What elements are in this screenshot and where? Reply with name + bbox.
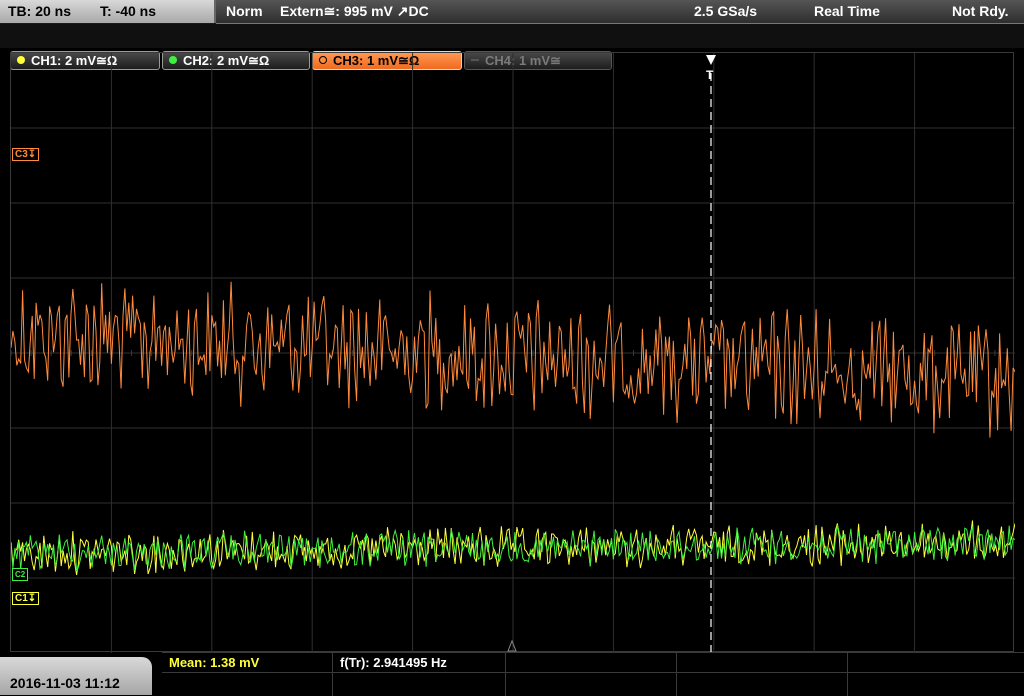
run-status: Not Rdy.: [952, 3, 1009, 19]
status-bar: TB: 20 ns T: -40 ns Norm Extern≅: 995 mV…: [0, 0, 1024, 24]
trigger-frequency-measurement: f(Tr): 2.941495 Hz: [340, 655, 447, 670]
measurement-panel[interactable]: Mean: 1.38 mV f(Tr): 2.941495 Hz: [162, 652, 1024, 696]
trigger-mode[interactable]: Norm: [226, 3, 263, 19]
trigger-marker-label: T: [706, 68, 714, 82]
channel-2-offset-marker[interactable]: C2: [12, 568, 29, 581]
c3-label: C3: [15, 149, 28, 160]
sample-rate: 2.5 GSa/s: [694, 3, 758, 19]
acquisition-mode[interactable]: Real Time: [814, 3, 880, 19]
timebase-panel[interactable]: TB: 20 ns T: -40 ns: [0, 0, 216, 23]
c1-label: C1: [15, 593, 28, 604]
mean-measurement: Mean: 1.38 mV: [169, 655, 260, 670]
datetime-panel: 2016-11-03 11:12: [0, 657, 152, 695]
trigger-source[interactable]: Extern≅: 995 mV ↗DC: [280, 3, 429, 20]
waveform-display[interactable]: T: [10, 52, 1016, 653]
channel-1-offset-marker[interactable]: C1↧: [12, 592, 40, 605]
timebase-label: TB: 20 ns: [8, 3, 72, 19]
center-arrow-icon: [507, 639, 517, 652]
channel-bar: CH1: 2 mV≅Ω CH2: 2 mV≅Ω CH3: 1 mV≅Ω CH4:…: [0, 24, 1024, 70]
trigger-time-label: T: -40 ns: [100, 3, 157, 19]
channel-3-offset-marker[interactable]: C3↧: [12, 148, 40, 161]
c2-label: C2: [15, 570, 26, 579]
acquisition-strip: Norm Extern≅: 995 mV ↗DC 2.5 GSa/s Real …: [216, 0, 1024, 24]
waveform-canvas: T: [10, 53, 1016, 653]
trigger-arrow-icon: [706, 55, 716, 65]
datetime-label: 2016-11-03 11:12: [10, 675, 120, 691]
